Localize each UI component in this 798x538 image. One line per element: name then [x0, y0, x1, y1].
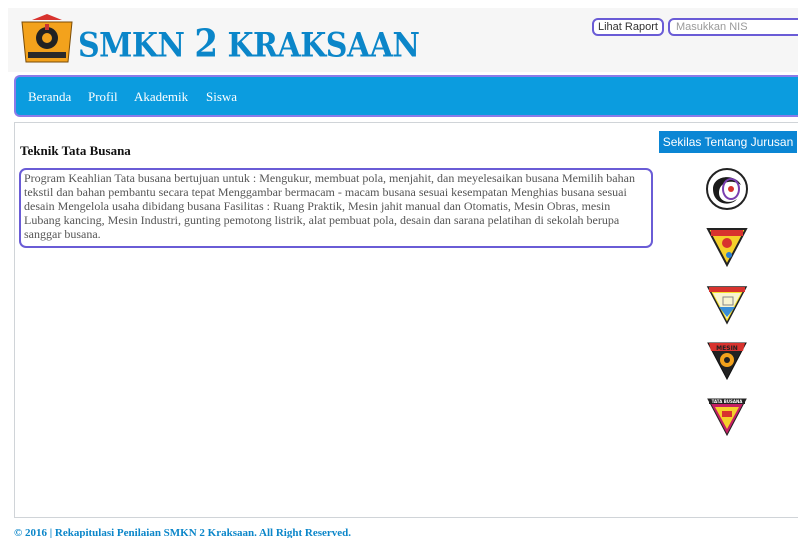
- header: SMKN 2 KRAKSAAN Lihat Raport: [8, 8, 798, 72]
- main-panel: Teknik Tata Busana Program Keahlian Tata…: [14, 122, 798, 518]
- brand-title: SMKN 2 KRAKSAAN: [78, 22, 420, 67]
- navbar: Beranda Profil Akademik Siswa: [14, 75, 798, 117]
- nav-item-beranda[interactable]: Beranda: [28, 89, 71, 105]
- department-logo-3-icon[interactable]: [705, 281, 749, 325]
- nav-item-akademik[interactable]: Akademik: [134, 89, 188, 105]
- department-logo-2-icon[interactable]: [705, 223, 749, 267]
- mesin-department-logo-icon[interactable]: MESIN: [705, 337, 749, 381]
- svg-text:TATA BUSANA: TATA BUSANA: [712, 399, 744, 404]
- department-logo-1-icon[interactable]: [705, 167, 749, 211]
- nav-item-profil[interactable]: Profil: [88, 89, 118, 105]
- page-title: Teknik Tata Busana: [20, 143, 131, 158]
- tata-busana-department-logo-icon[interactable]: TATA BUSANA: [705, 393, 749, 437]
- footer-copyright: © 2016 | Rekapitulasi Penilaian SMKN 2 K…: [14, 527, 351, 538]
- nav-item-siswa[interactable]: Siswa: [206, 89, 237, 105]
- svg-text:MESIN: MESIN: [716, 345, 738, 352]
- school-emblem-icon: [21, 14, 73, 63]
- description-box: Program Keahlian Tata busana bertujuan u…: [19, 168, 653, 248]
- page: SMKN 2 KRAKSAAN Lihat Raport Beranda Pro…: [0, 0, 798, 538]
- lihat-raport-button[interactable]: Lihat Raport: [592, 18, 664, 36]
- nis-input[interactable]: [668, 18, 798, 36]
- sekilas-jurusan-button[interactable]: Sekilas Tentang Jurusan: [659, 131, 797, 153]
